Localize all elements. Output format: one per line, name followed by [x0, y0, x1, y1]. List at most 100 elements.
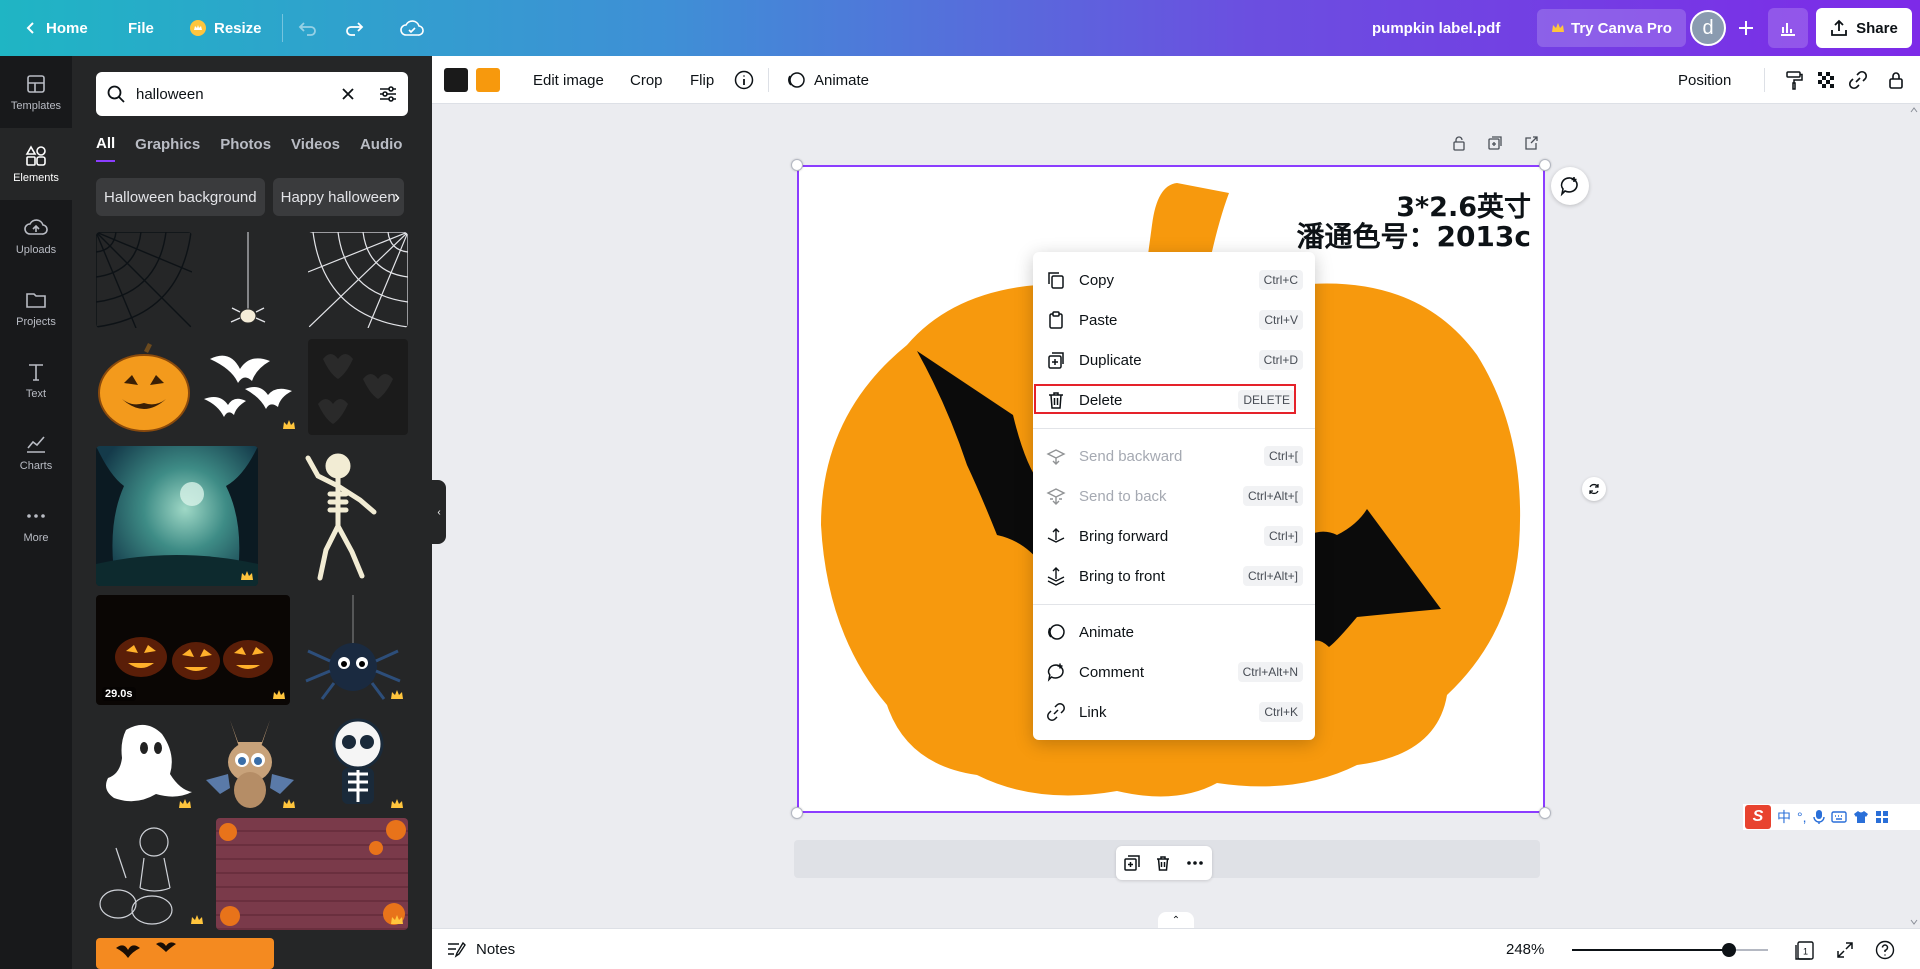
try-canva-pro-button[interactable]: Try Canva Pro [1537, 9, 1686, 47]
cloud-save-button[interactable] [392, 8, 432, 48]
haunted-forest-photo[interactable] [96, 446, 258, 586]
undo-button[interactable] [288, 8, 328, 48]
menu-item-animate[interactable]: Animate [1033, 612, 1315, 652]
zoom-slider[interactable] [1572, 943, 1768, 957]
edit-image-button[interactable]: Edit image [525, 64, 612, 96]
punctuation-icon[interactable]: °, [1797, 809, 1807, 825]
menu-item-comment[interactable]: Comment Ctrl+Alt+N [1033, 652, 1315, 692]
add-collaborator-button[interactable] [1728, 10, 1764, 46]
more-horizontal-icon[interactable] [1185, 854, 1205, 872]
tab-videos[interactable]: Videos [291, 126, 340, 162]
spiderweb-white-graphic[interactable] [308, 232, 408, 328]
rotate-button[interactable] [1582, 477, 1606, 501]
color-swatch-black[interactable] [444, 68, 468, 92]
jack-o-lantern-graphic[interactable] [96, 339, 192, 435]
rail-item-projects[interactable]: Projects [0, 272, 72, 344]
duplicate-page-icon[interactable] [1123, 854, 1141, 872]
page-count-button[interactable]: 1 [1792, 937, 1818, 963]
color-swatch-orange[interactable] [476, 68, 500, 92]
tab-all[interactable]: All [96, 126, 116, 162]
redo-button[interactable] [334, 8, 374, 48]
hanging-spider-graphic[interactable] [200, 232, 296, 328]
dark-hearts-background[interactable] [308, 339, 408, 435]
chip-happy-halloween[interactable]: Happy halloween [272, 178, 404, 216]
zoom-slider-knob[interactable] [1721, 943, 1736, 957]
file-menu-button[interactable]: File [116, 8, 166, 48]
rail-item-uploads[interactable]: Uploads [0, 200, 72, 272]
ghost-graphic[interactable] [96, 714, 196, 814]
rail-item-more[interactable]: More [0, 488, 72, 560]
search-box[interactable]: halloween [96, 72, 408, 116]
animate-icon [1045, 621, 1067, 643]
microphone-icon[interactable] [1812, 809, 1825, 825]
notes-button[interactable]: Notes [446, 940, 515, 958]
rail-item-elements[interactable]: Elements [0, 128, 72, 200]
flip-button[interactable]: Flip [682, 64, 722, 96]
chip-halloween-background[interactable]: Halloween background [96, 178, 265, 216]
pantone-label[interactable]: 潘通色号：2013c [1296, 215, 1531, 255]
rail-label: More [23, 532, 49, 544]
menu-item-bring-to-front[interactable]: Bring to front Ctrl+Alt+] [1033, 556, 1315, 596]
insights-button[interactable] [1768, 8, 1808, 48]
hanging-spider-cartoon-graphic[interactable] [298, 595, 408, 705]
duplicate-element-button[interactable] [1482, 130, 1508, 156]
zoom-percentage[interactable]: 248% [1506, 941, 1544, 958]
spiderweb-corner-graphic[interactable] [96, 232, 192, 328]
tab-photos[interactable]: Photos [220, 126, 271, 162]
home-button[interactable]: Home [12, 8, 100, 48]
position-button[interactable]: Position [1670, 64, 1739, 96]
toolbox-icon[interactable] [1875, 810, 1889, 824]
rail-item-charts[interactable]: Charts [0, 416, 72, 488]
skin-icon[interactable] [1853, 810, 1869, 824]
menu-item-bring-forward[interactable]: Bring forward Ctrl+] [1033, 516, 1315, 556]
avatar[interactable]: d [1690, 10, 1726, 46]
add-comment-button[interactable] [1551, 167, 1589, 205]
ime-mode[interactable]: 中 [1777, 807, 1791, 827]
rail-item-text[interactable]: Text [0, 344, 72, 416]
help-button[interactable] [1872, 937, 1898, 963]
menu-item-link[interactable]: Link Ctrl+K [1033, 692, 1315, 732]
keyboard-icon[interactable] [1830, 810, 1847, 824]
resize-button[interactable]: Resize [178, 8, 274, 48]
link-button[interactable] [1842, 64, 1874, 96]
rail-item-templates[interactable]: Templates [0, 56, 72, 128]
tab-graphics[interactable]: Graphics [135, 126, 200, 162]
line-art-halloween-graphic[interactable] [96, 818, 208, 930]
skeleton-kid-graphic[interactable] [308, 714, 408, 814]
animate-button[interactable]: Animate [778, 64, 877, 96]
resize-handle[interactable] [791, 159, 803, 171]
lock-icon [1889, 72, 1903, 89]
info-button[interactable] [728, 64, 760, 96]
menu-item-duplicate[interactable]: Duplicate Ctrl+D [1033, 340, 1315, 380]
share-button[interactable]: Share [1816, 8, 1912, 48]
lock-button[interactable] [1880, 64, 1912, 96]
flying-bats-graphic[interactable] [200, 339, 300, 435]
menu-item-copy[interactable]: Copy Ctrl+C [1033, 260, 1315, 300]
collapse-panel-button[interactable]: ‹ [432, 480, 446, 544]
vertical-scrollbar[interactable] [1908, 104, 1920, 928]
trash-icon[interactable] [1154, 854, 1172, 872]
paint-format-button[interactable] [1778, 64, 1810, 96]
cute-bat-graphic[interactable] [200, 714, 300, 814]
orange-bats-background[interactable] [96, 938, 274, 969]
resize-handle[interactable] [1539, 807, 1551, 819]
transparency-button[interactable] [1810, 64, 1842, 96]
filter-icon[interactable] [378, 84, 398, 104]
jack-o-lanterns-video[interactable]: 29.0s [96, 595, 290, 705]
sogou-logo-icon[interactable]: S [1745, 805, 1771, 829]
fullscreen-button[interactable] [1832, 937, 1858, 963]
clear-search-icon[interactable] [340, 86, 356, 102]
add-page-element-button[interactable] [1518, 130, 1544, 156]
resize-handle[interactable] [791, 807, 803, 819]
resize-handle[interactable] [1539, 159, 1551, 171]
pumpkin-wood-background[interactable] [216, 818, 408, 930]
document-title[interactable]: pumpkin label.pdf [1372, 20, 1500, 37]
search-input[interactable]: halloween [136, 86, 330, 103]
lock-element-button[interactable] [1446, 130, 1472, 156]
dancing-skeleton-graphic[interactable] [278, 446, 408, 586]
crop-button[interactable]: Crop [622, 64, 671, 96]
menu-item-paste[interactable]: Paste Ctrl+V [1033, 300, 1315, 340]
chevron-right-icon[interactable]: › [394, 178, 410, 216]
tab-audio[interactable]: Audio [360, 126, 403, 162]
expand-pages-button[interactable]: ⌃ [1158, 912, 1194, 928]
